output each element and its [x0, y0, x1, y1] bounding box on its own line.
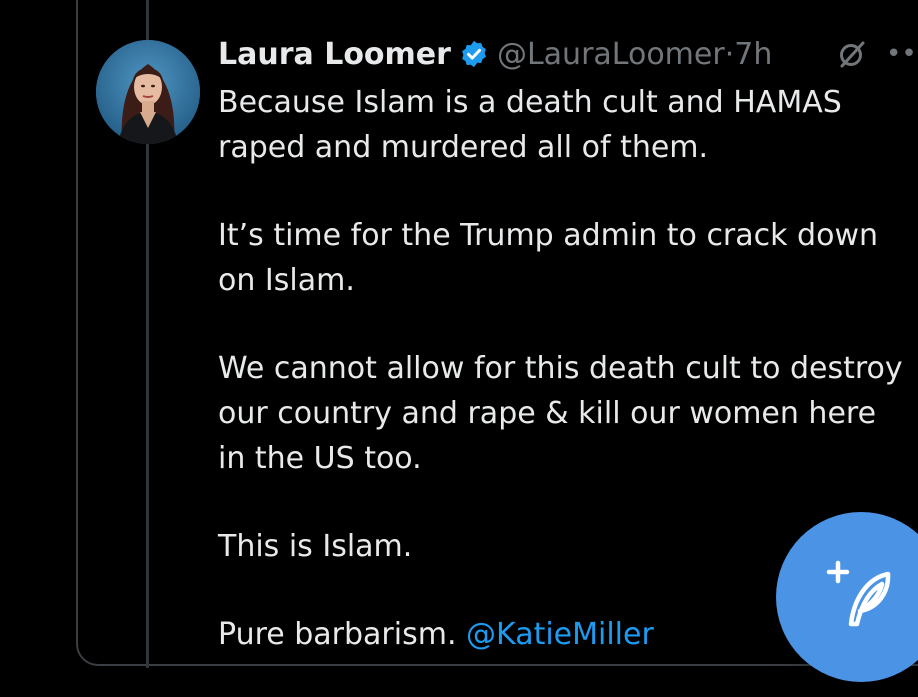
more-icon[interactable]: ••: [886, 40, 918, 68]
tweet-header: Laura Loomer @LauraLoomer · 7h: [218, 34, 772, 74]
author-name[interactable]: Laura Loomer: [218, 37, 451, 72]
mention-link[interactable]: @KatieMiller: [466, 617, 654, 652]
grok-icon[interactable]: [836, 38, 868, 70]
separator: ·: [724, 36, 735, 72]
screen: Laura Loomer @LauraLoomer · 7h •• Becaus…: [0, 0, 918, 697]
avatar[interactable]: [96, 40, 200, 144]
timestamp[interactable]: 7h: [734, 37, 772, 72]
author-handle[interactable]: @LauraLoomer: [497, 37, 725, 72]
verified-badge-icon: [459, 39, 489, 69]
tweet-last-line: Pure barbarism.: [218, 617, 457, 652]
tweet-paragraph-1: Because Islam is a death cult and HAMAS …: [218, 85, 842, 165]
compose-post-icon: [826, 560, 898, 632]
tweet-paragraph-2: It’s time for the Trump admin to crack d…: [218, 218, 878, 298]
tweet-paragraph-3: We cannot allow for this death cult to d…: [218, 351, 903, 476]
